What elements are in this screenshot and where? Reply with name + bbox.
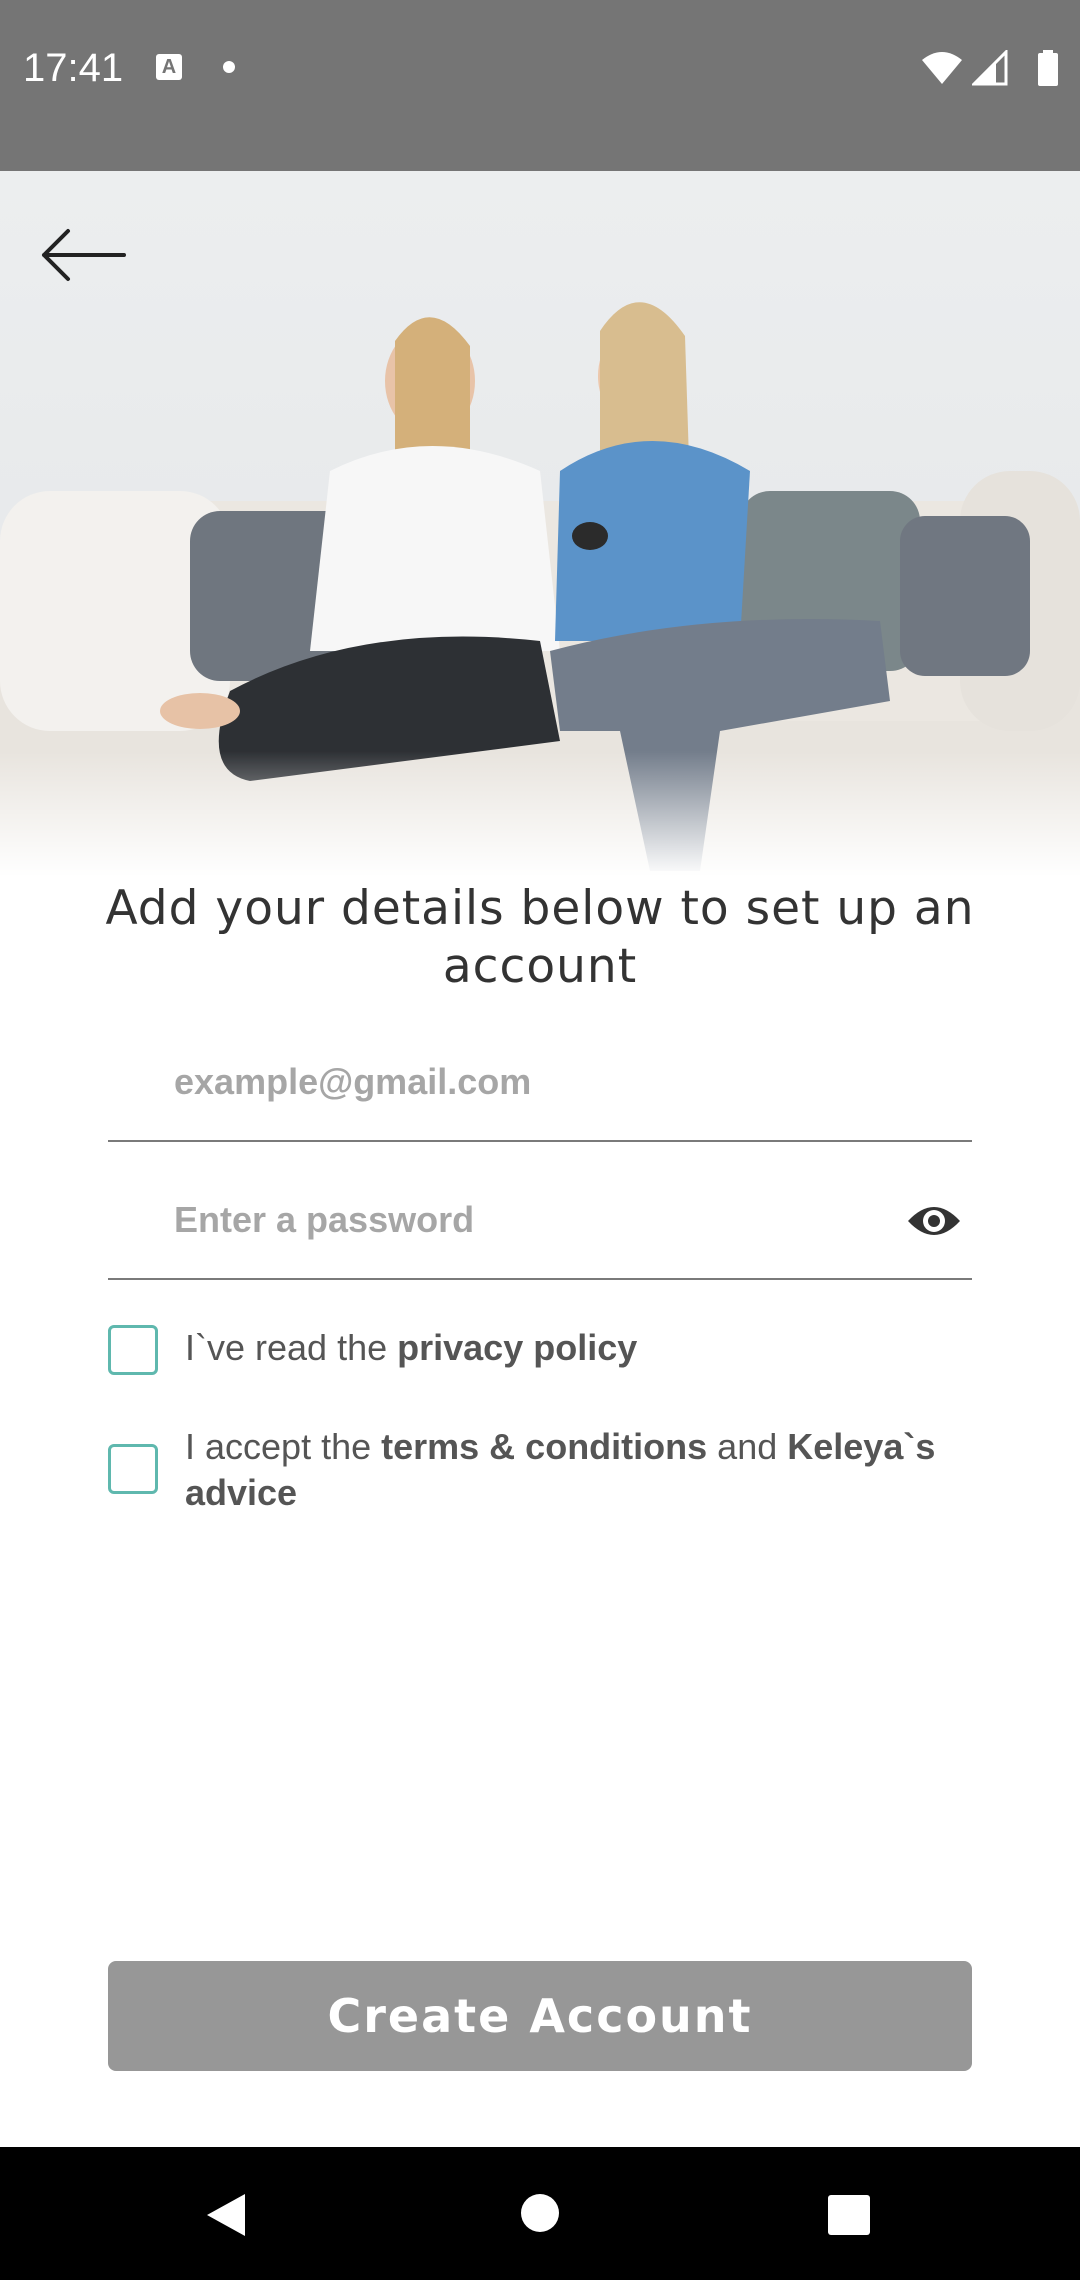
terms-row: I accept the terms & conditions and Kele…: [108, 1424, 978, 1516]
privacy-prefix-text: I`ve read the: [185, 1327, 398, 1368]
system-nav-bar: [0, 2147, 1080, 2280]
email-field[interactable]: [174, 1052, 874, 1112]
back-button[interactable]: [30, 210, 135, 300]
terms-checkbox[interactable]: [108, 1444, 158, 1494]
status-bar: 17:41 A: [0, 0, 1080, 171]
terms-prefix-text: I accept the: [185, 1426, 382, 1467]
nav-home-icon[interactable]: [520, 2193, 560, 2233]
signup-screen: 17:41 A Add your details below to set up…: [0, 0, 1080, 2280]
page-title: Add your details below to set up an acco…: [105, 881, 975, 994]
hero-photo-icon: [0, 171, 1080, 877]
show-password-button[interactable]: [904, 1196, 964, 1246]
password-field[interactable]: [174, 1190, 874, 1250]
create-account-button[interactable]: Create Account: [108, 1961, 972, 2071]
nav-recents-icon[interactable]: [828, 2195, 870, 2235]
privacy-policy-checkbox[interactable]: [108, 1325, 158, 1375]
signal-icon: [972, 50, 1008, 86]
arrow-left-icon: [41, 229, 126, 281]
privacy-policy-label: I`ve read the privacy policy: [185, 1325, 637, 1371]
terms-label: I accept the terms & conditions and Kele…: [185, 1424, 978, 1516]
eye-icon: [908, 1207, 960, 1235]
battery-icon: [1038, 50, 1058, 86]
status-icons: [920, 50, 1060, 86]
terms-middle-text: and: [707, 1426, 788, 1467]
hero-image: [0, 171, 1080, 877]
notification-dot-icon: [223, 61, 235, 73]
privacy-policy-link[interactable]: privacy policy: [397, 1327, 637, 1368]
password-field-container: [108, 1168, 972, 1280]
email-field-container: [108, 1030, 972, 1142]
nav-back-icon[interactable]: [205, 2192, 247, 2238]
status-time: 17:41: [23, 46, 124, 90]
wifi-icon: [922, 52, 962, 84]
privacy-policy-row: I`ve read the privacy policy: [108, 1325, 978, 1375]
terms-conditions-link[interactable]: terms & conditions: [381, 1426, 707, 1467]
notification-a-icon: A: [156, 54, 182, 80]
